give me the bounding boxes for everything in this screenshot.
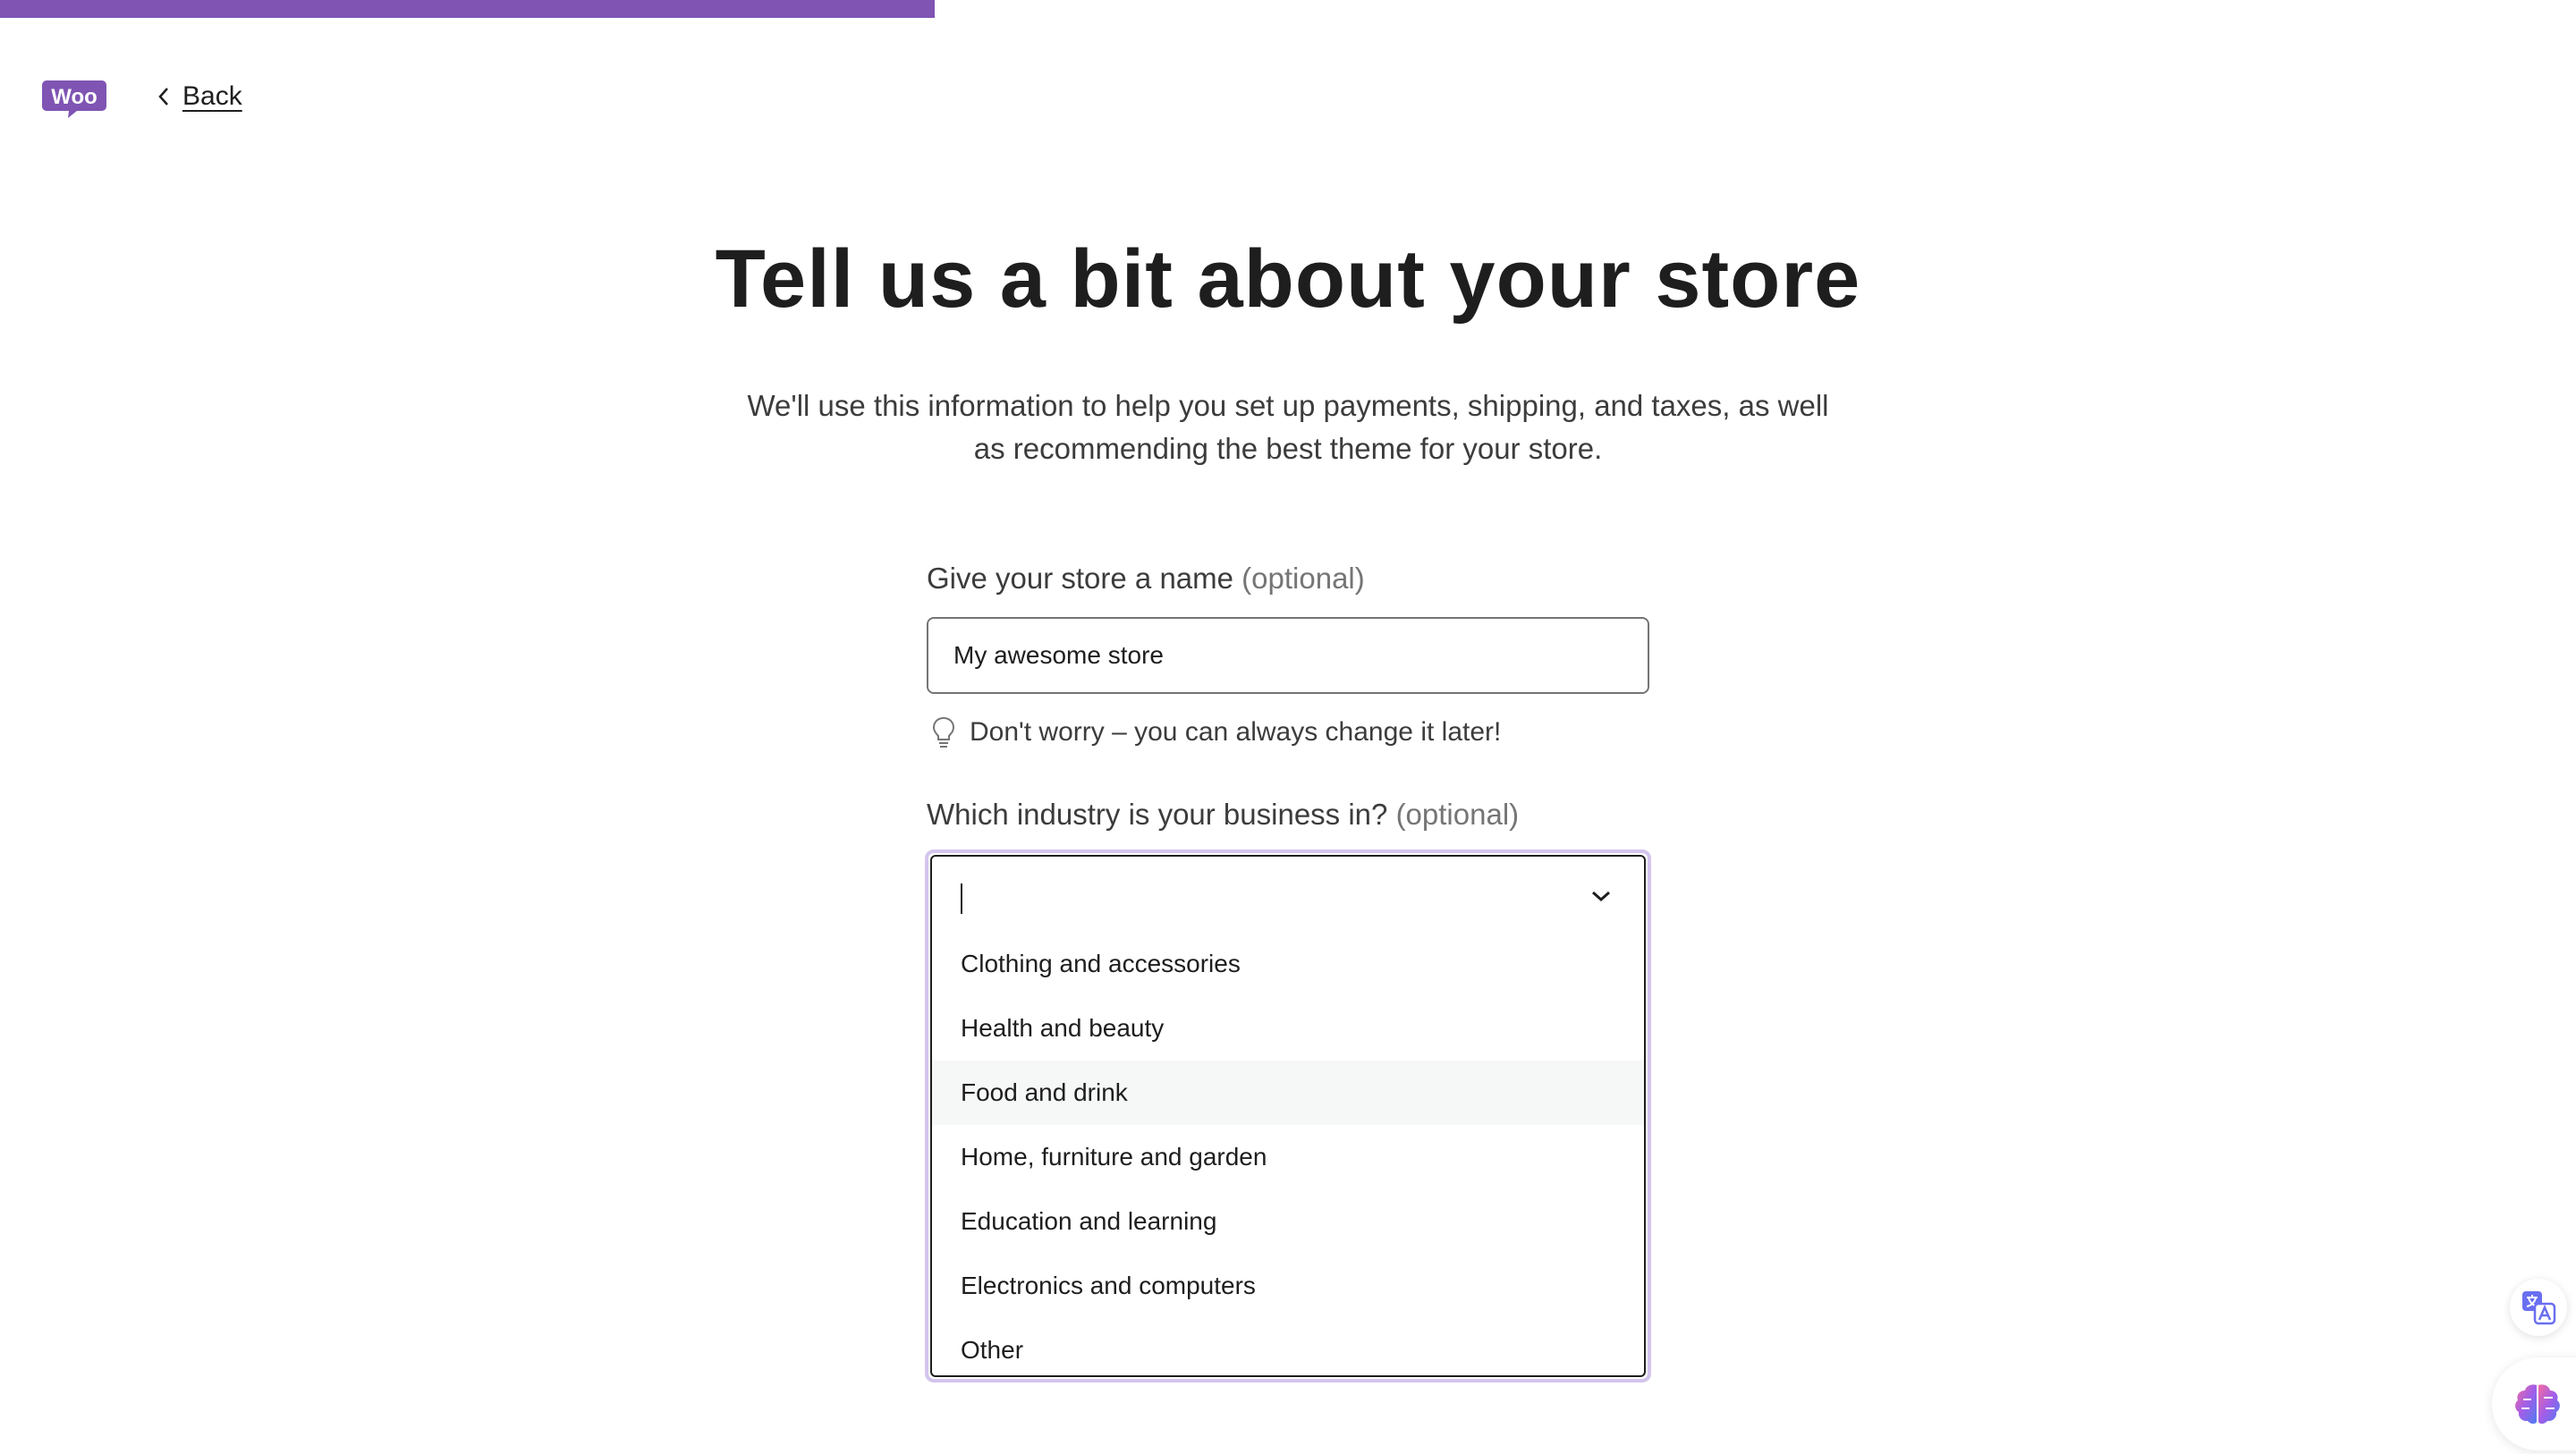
industry-combobox[interactable]: Clothing and accessories Health and beaut…	[925, 850, 1651, 1382]
industry-optional: (optional)	[1395, 798, 1520, 831]
industry-options-list: Clothing and accessories Health and beaut…	[932, 932, 1644, 1375]
page-subtitle: We'll use this information to help you s…	[747, 389, 1829, 465]
lightbulb-icon	[932, 716, 955, 748]
industry-option[interactable]: Other	[932, 1318, 1644, 1375]
industry-label-text: Which industry is your business in?	[927, 798, 1388, 831]
text-caret	[961, 883, 962, 914]
store-name-input[interactable]	[927, 617, 1649, 694]
progress-bar	[0, 0, 2576, 18]
store-name-hint-text: Don't worry – you can always change it l…	[970, 717, 1502, 747]
back-link[interactable]: Back	[154, 79, 242, 114]
translate-icon	[2522, 1291, 2556, 1325]
translate-button[interactable]	[2510, 1279, 2567, 1336]
store-name-hint: Don't worry – you can always change it l…	[930, 715, 1501, 749]
store-name-optional: (optional)	[1241, 562, 1365, 595]
back-link-label[interactable]: Back	[182, 81, 242, 112]
svg-text:Woo: Woo	[51, 85, 97, 109]
chevron-left-icon	[158, 88, 168, 106]
store-name-label: Give your store a name (optional)	[927, 562, 1365, 596]
industry-option[interactable]: Education and learning	[932, 1189, 1644, 1254]
assistant-button[interactable]	[2492, 1357, 2576, 1450]
industry-label: Which industry is your business in? (opt…	[927, 798, 1519, 832]
store-name-label-text: Give your store a name	[927, 562, 1233, 595]
page-title: Tell us a bit about your store	[715, 233, 1861, 325]
woo-logo: Woo	[41, 79, 107, 120]
industry-combobox-inner: Clothing and accessories Health and beaut…	[930, 855, 1646, 1377]
industry-option[interactable]: Home, furniture and garden	[932, 1125, 1644, 1189]
chevron-down-icon[interactable]	[1589, 887, 1614, 905]
industry-search-input[interactable]	[932, 857, 1644, 932]
industry-option[interactable]: Food and drink	[932, 1061, 1644, 1125]
industry-option[interactable]: Electronics and computers	[932, 1254, 1644, 1318]
industry-option[interactable]: Health and beauty	[932, 996, 1644, 1061]
progress-bar-fill	[0, 0, 936, 18]
industry-option[interactable]: Clothing and accessories	[932, 932, 1644, 996]
brain-icon	[2515, 1384, 2560, 1424]
